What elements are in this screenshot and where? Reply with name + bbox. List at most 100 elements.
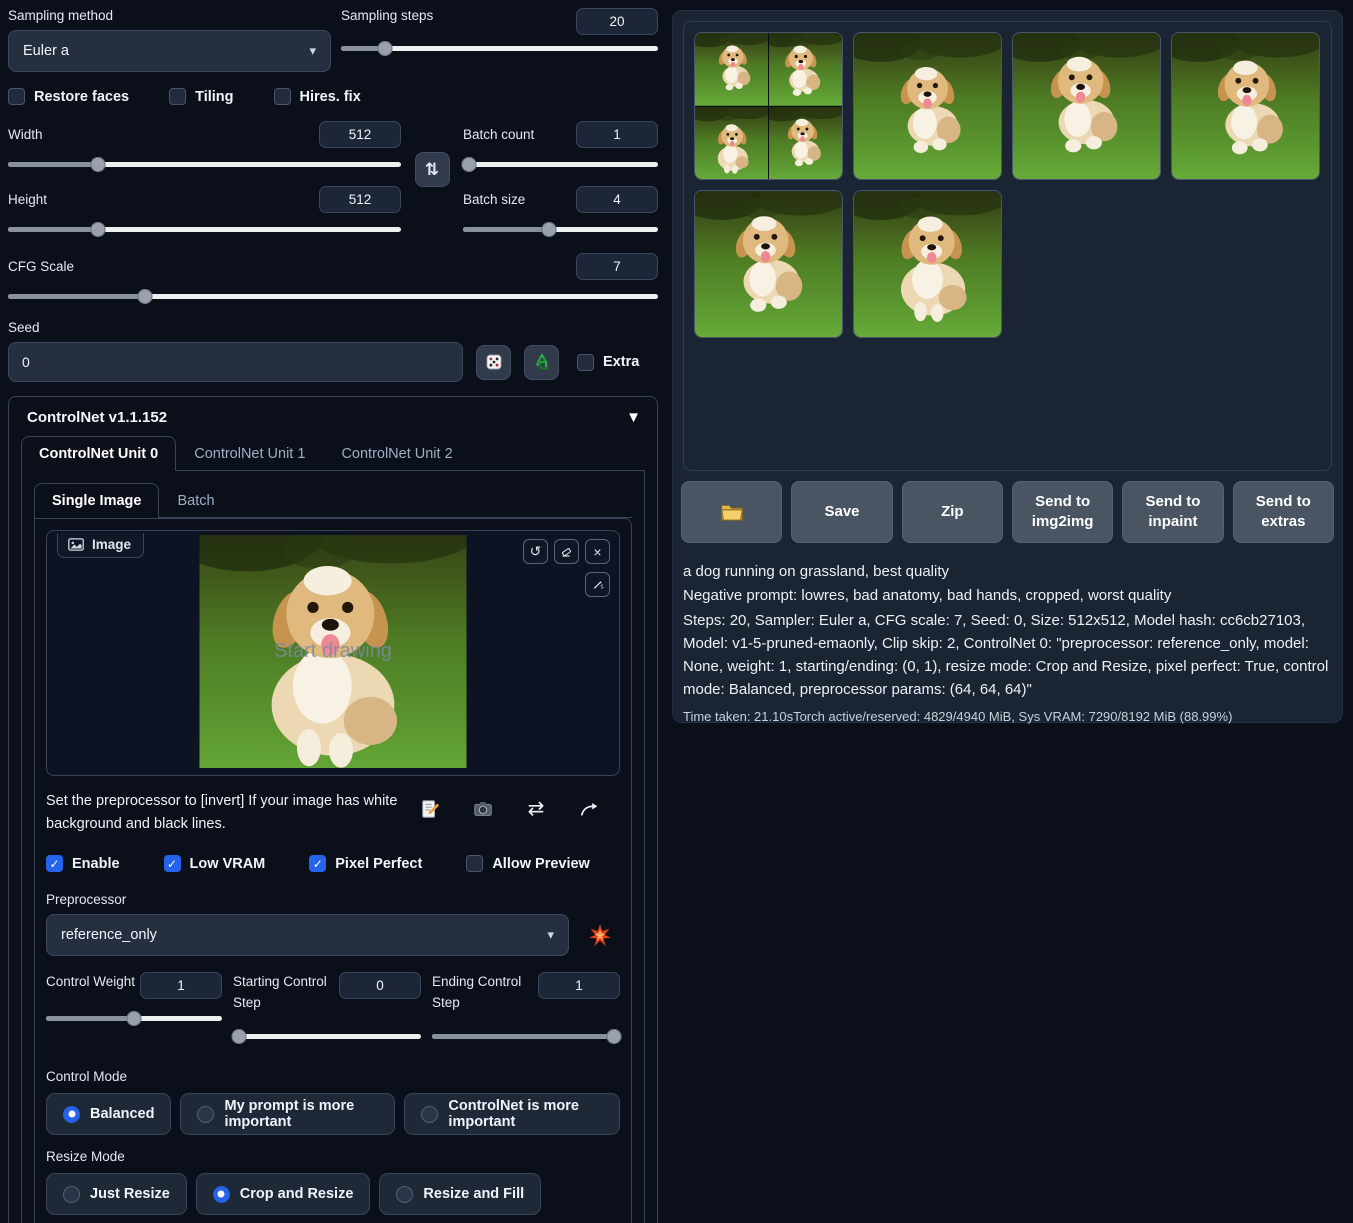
radio-label: My prompt is more important bbox=[224, 1098, 378, 1130]
radio-label: Resize and Fill bbox=[423, 1186, 524, 1202]
radio-label: ControlNet is more important bbox=[448, 1098, 603, 1130]
width-input[interactable]: 512 bbox=[319, 121, 401, 148]
cfg-scale-slider[interactable] bbox=[8, 289, 658, 304]
gallery-image-4[interactable] bbox=[1171, 32, 1320, 180]
starting-step-slider[interactable] bbox=[233, 1029, 421, 1044]
checkbox-box: ✓ bbox=[46, 855, 63, 872]
pencil-icon bbox=[591, 578, 604, 591]
controlnet-unit-panel: Single ImageBatch Image Start bbox=[21, 471, 645, 1223]
zip-button[interactable]: Zip bbox=[902, 481, 1003, 543]
control-mode-label: Control Mode bbox=[46, 1069, 620, 1084]
send-dimensions-icon[interactable] bbox=[578, 798, 600, 820]
gallery-image-5[interactable] bbox=[694, 190, 843, 338]
radio-dot bbox=[396, 1186, 413, 1203]
checkbox-box bbox=[169, 88, 186, 105]
checkbox-tiling[interactable]: Tiling bbox=[169, 88, 233, 105]
ending-step-slider[interactable] bbox=[432, 1029, 620, 1044]
radio-dot bbox=[421, 1106, 438, 1123]
swap-width-height-button[interactable]: ⇅ bbox=[415, 152, 450, 187]
sampling-steps-slider[interactable] bbox=[341, 41, 658, 56]
control-weight-label: Control Weight bbox=[46, 972, 135, 992]
controlnet-image-canvas[interactable]: Image Start drawing ↺ bbox=[46, 530, 620, 776]
sampling-steps-input[interactable]: 20 bbox=[576, 8, 658, 35]
radio-my-prompt-is-more-important[interactable]: My prompt is more important bbox=[180, 1093, 395, 1135]
control-weight-input[interactable]: 1 bbox=[140, 972, 222, 999]
radio-crop-and-resize[interactable]: Crop and Resize bbox=[196, 1173, 371, 1215]
checkbox-restore-faces[interactable]: Restore faces bbox=[8, 88, 129, 105]
controlnet-unit-tabs: ControlNet Unit 0ControlNet Unit 1Contro… bbox=[21, 436, 645, 471]
radio-label: Crop and Resize bbox=[240, 1186, 354, 1202]
recycle-icon bbox=[532, 352, 552, 372]
width-label: Width bbox=[8, 127, 43, 142]
gallery-image-6[interactable] bbox=[853, 190, 1002, 338]
batch-count-input[interactable]: 1 bbox=[576, 121, 658, 148]
run-preprocessor-icon[interactable] bbox=[588, 923, 612, 947]
gallery-image-3[interactable] bbox=[1012, 32, 1161, 180]
gallery-image-2[interactable] bbox=[853, 32, 1002, 180]
gallery-image-1[interactable] bbox=[694, 32, 843, 180]
checkbox-box bbox=[274, 88, 291, 105]
radio-controlnet-is-more-important[interactable]: ControlNet is more important bbox=[404, 1093, 620, 1135]
ending-step-input[interactable]: 1 bbox=[538, 972, 620, 999]
checkbox-label: Hires. fix bbox=[300, 89, 361, 105]
settings-column: Sampling method Euler a ▾ Sampling steps… bbox=[0, 0, 666, 1223]
tab-controlnet-unit-1[interactable]: ControlNet Unit 1 bbox=[176, 436, 323, 471]
checkbox-low-vram[interactable]: ✓Low VRAM bbox=[164, 855, 266, 872]
image-source-tab[interactable]: Image bbox=[57, 533, 144, 558]
checkbox-label: Allow Preview bbox=[492, 856, 590, 872]
batch-size-slider[interactable] bbox=[463, 222, 658, 237]
batch-grid-image bbox=[695, 33, 842, 179]
seed-input[interactable]: 0 bbox=[8, 342, 463, 382]
controlnet-accordion: ControlNet v1.1.152 ▼ ControlNet Unit 0C… bbox=[8, 396, 658, 1223]
send-to-inpaint-button[interactable]: Send to inpaint bbox=[1122, 481, 1223, 543]
resize-mode-label: Resize Mode bbox=[46, 1149, 620, 1164]
width-slider[interactable] bbox=[8, 157, 401, 172]
extra-seed-checkbox[interactable]: Extra bbox=[577, 354, 639, 371]
checkbox-allow-preview[interactable]: Allow Preview bbox=[466, 855, 590, 872]
send-to-img2img-button[interactable]: Send to img2img bbox=[1012, 481, 1113, 543]
cfg-scale-label: CFG Scale bbox=[8, 259, 74, 274]
checkbox-box bbox=[466, 855, 483, 872]
preprocessor-hint-text: Set the preprocessor to [invert] If your… bbox=[46, 790, 419, 836]
checkbox-label: Pixel Perfect bbox=[335, 856, 422, 872]
write-prompt-icon[interactable] bbox=[419, 798, 441, 820]
batch-size-input[interactable]: 4 bbox=[576, 186, 658, 213]
radio-just-resize[interactable]: Just Resize bbox=[46, 1173, 187, 1215]
mirror-webcam-icon[interactable]: ⇄ bbox=[525, 798, 547, 820]
cfg-scale-input[interactable]: 7 bbox=[576, 253, 658, 280]
controlnet-input-image: Start drawing bbox=[200, 535, 467, 768]
checkbox-pixel-perfect[interactable]: ✓Pixel Perfect bbox=[309, 855, 422, 872]
picture-icon bbox=[68, 538, 84, 551]
random-seed-button[interactable] bbox=[476, 345, 511, 380]
radio-balanced[interactable]: Balanced bbox=[46, 1093, 171, 1135]
send-to-extras-button[interactable]: Send to extras bbox=[1233, 481, 1334, 543]
undo-button[interactable]: ↺ bbox=[523, 539, 548, 564]
save-button[interactable]: Save bbox=[791, 481, 892, 543]
open-folder-button[interactable] bbox=[681, 481, 782, 543]
checkbox-enable[interactable]: ✓Enable bbox=[46, 855, 120, 872]
height-slider[interactable] bbox=[8, 222, 401, 237]
tab-batch[interactable]: Batch bbox=[159, 483, 232, 518]
preprocessor-dropdown[interactable]: reference_only ▾ bbox=[46, 914, 569, 956]
sampling-method-dropdown[interactable]: Euler a ▾ bbox=[8, 30, 331, 72]
reuse-seed-button[interactable] bbox=[524, 345, 559, 380]
height-input[interactable]: 512 bbox=[319, 186, 401, 213]
sketch-button[interactable] bbox=[585, 572, 610, 597]
starting-step-input[interactable]: 0 bbox=[339, 972, 421, 999]
eraser-button[interactable] bbox=[554, 539, 579, 564]
tab-controlnet-unit-0[interactable]: ControlNet Unit 0 bbox=[21, 436, 176, 471]
radio-resize-and-fill[interactable]: Resize and Fill bbox=[379, 1173, 541, 1215]
clear-image-button[interactable]: × bbox=[585, 539, 610, 564]
control-weight-slider[interactable] bbox=[46, 1011, 222, 1026]
ending-step-label: Ending Control Step bbox=[432, 972, 538, 1013]
generation-params-text: Steps: 20, Sampler: Euler a, CFG scale: … bbox=[683, 609, 1332, 702]
tab-single-image[interactable]: Single Image bbox=[34, 483, 159, 518]
chevron-down-icon: ▾ bbox=[547, 927, 554, 943]
webcam-icon[interactable] bbox=[472, 798, 494, 820]
checkbox-hires-fix[interactable]: Hires. fix bbox=[274, 88, 361, 105]
collapse-accordion-icon[interactable]: ▼ bbox=[626, 409, 641, 426]
feature-toggles: Restore faces Tiling Hires. fix bbox=[8, 88, 658, 105]
batch-count-slider[interactable] bbox=[463, 157, 658, 172]
tab-controlnet-unit-2[interactable]: ControlNet Unit 2 bbox=[323, 436, 470, 471]
control-mode-group: Balanced My prompt is more important Contr… bbox=[46, 1093, 620, 1135]
